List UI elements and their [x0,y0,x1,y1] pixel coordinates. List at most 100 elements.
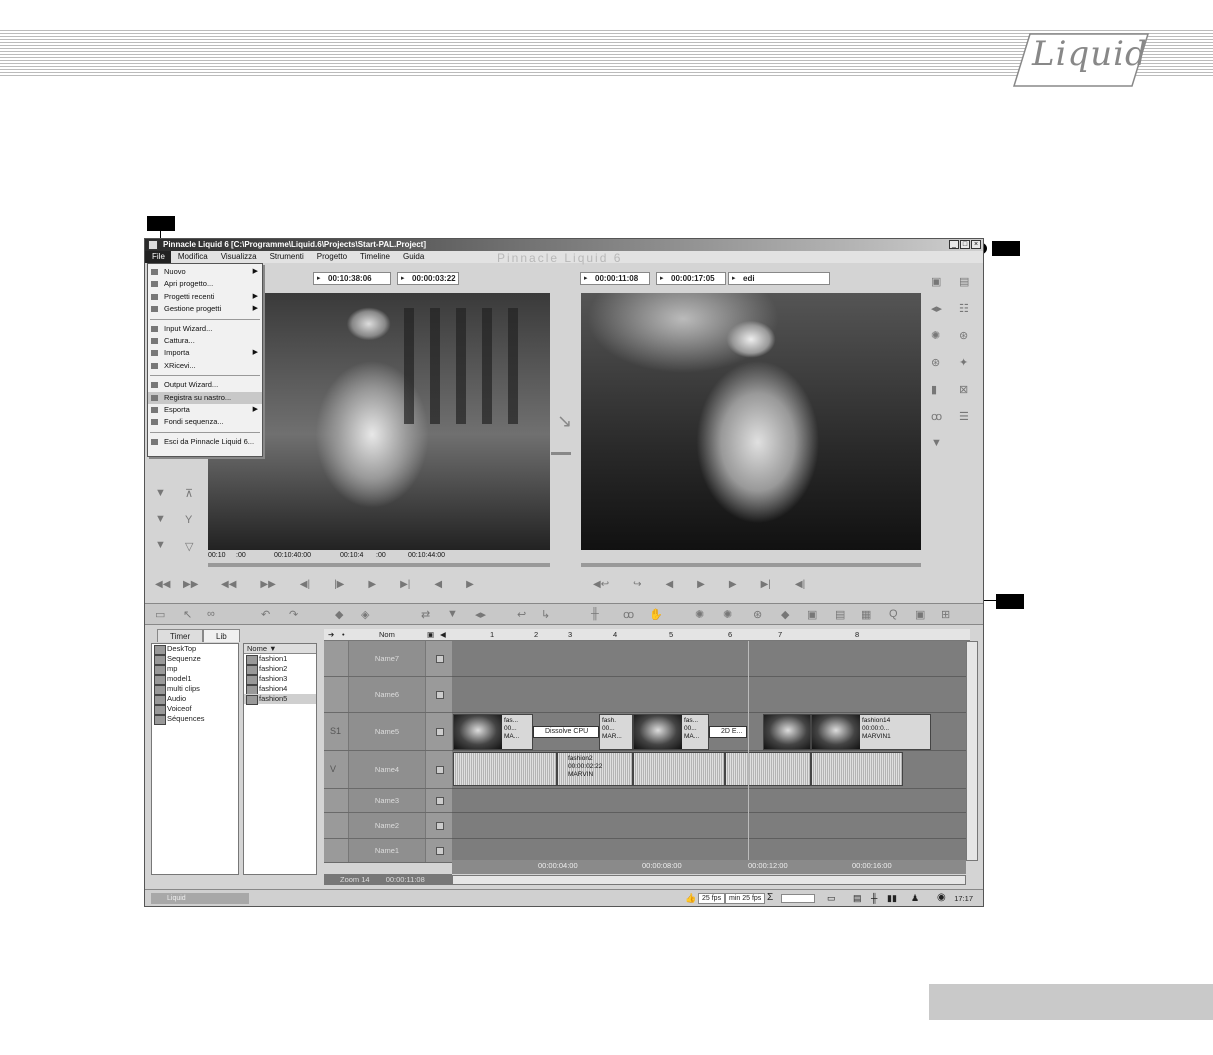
trim-icon[interactable]: ◂▸ [931,302,942,315]
list-item[interactable]: fashion4 [244,684,316,695]
video-clip[interactable]: fash. 00... MAR... [599,714,633,750]
overwrite-tool-icon[interactable]: ↳ [541,608,550,621]
list-item[interactable]: fashion2 [244,664,316,675]
file-menu-item[interactable]: Apri progetto... [148,278,262,290]
transition-2d[interactable]: 2D E... [709,726,747,738]
file-menu-item[interactable]: Fondi sequenza... [148,416,262,428]
eye-icon[interactable]: ◉ [937,892,946,903]
insert-icon[interactable]: ▼ [155,539,166,551]
m-insert-icon[interactable]: ◀↩ [593,579,609,590]
sequence-select[interactable]: edi [728,272,830,285]
loop-icon[interactable]: ꝏ [931,410,942,423]
tab-timer[interactable]: Timer [157,629,204,642]
split-icon[interactable]: ▽ [185,540,193,553]
master-scrub-bar[interactable] [581,563,921,567]
source-rew-icon[interactable]: ◀◀ [155,579,170,590]
source-tc-duration[interactable]: 00:00:03:22 [397,272,459,285]
track-header[interactable]: Name6 [324,677,452,713]
dvd-icon[interactable]: ▣ [807,608,817,621]
q-icon[interactable]: Q [889,608,898,620]
marker-1[interactable]: 1 [490,630,494,639]
tree-item[interactable]: DeskTop [152,644,238,655]
timeline-track[interactable] [452,789,966,813]
menu-guida[interactable]: Guida [396,251,430,263]
video-clip[interactable]: fas... 00... MA... [633,714,709,750]
ripple-icon[interactable]: ⇄ [421,608,430,621]
audio-mixer-icon[interactable]: ╫ [591,608,599,620]
step-back-icon[interactable]: ◀| [300,579,310,590]
dvd-menu-icon[interactable]: ▤ [835,608,845,621]
overwrite-icon[interactable]: ⊼ [185,487,193,500]
file-menu-item[interactable]: Progetti recenti ▶ [148,291,262,303]
tab-lib[interactable]: Lib [203,629,240,642]
track-toggle-icon[interactable] [436,822,444,830]
m-end-icon[interactable]: ▶| [761,579,771,590]
file-menu-item[interactable]: Registra su nastro... [148,391,262,404]
tree-item[interactable]: Séquences [152,714,238,725]
master-tc-duration[interactable]: 00:00:17:05 [656,272,726,285]
track-name[interactable]: Name4 [348,751,426,788]
transition-dissolve[interactable]: Dissolve CPU [533,726,599,738]
list-item[interactable]: fashion5 [244,694,316,705]
source-scrub-bar[interactable] [208,563,550,567]
tree-item[interactable]: multi clips [152,684,238,695]
snap-icon[interactable]: ➔ [328,630,334,639]
folder-icon[interactable]: ▭ [155,608,165,621]
track-toggle-icon[interactable] [436,797,444,805]
redo-icon[interactable]: ↷ [289,608,298,621]
file-menu-item[interactable]: Esporta ▶ [148,404,262,416]
menu-strumenti[interactable]: Strumenti [263,251,310,263]
audio-clip[interactable] [725,752,811,786]
loop-tool-icon[interactable]: ꝏ [623,608,634,621]
mixer-icon[interactable]: ☷ [959,302,969,315]
menu-modifica[interactable]: Modifica [171,251,214,263]
mark-out-icon[interactable]: ▶ [466,579,474,590]
source-ff-icon[interactable]: ▶▶ [183,579,198,590]
timeline-track[interactable] [452,677,966,713]
sum-icon[interactable]: Σ [767,892,773,903]
sum-field[interactable] [781,894,815,903]
tree-item[interactable]: model1 [152,674,238,685]
multicam-icon[interactable]: ▦ [861,608,871,621]
forward-icon[interactable]: ▶▶ [260,579,275,590]
mixer-status-icon[interactable]: ╫ [871,893,877,903]
track-toggle-icon[interactable] [436,766,444,774]
minimize-icon[interactable]: _ [949,240,959,249]
effect-icon[interactable]: ⊛ [753,608,762,621]
video-clip[interactable] [763,714,811,750]
meter-icon[interactable]: ▮▮ [887,893,897,904]
file-menu-item[interactable]: Esci da Pinnacle Liquid 6... [148,436,262,448]
timeline-track[interactable] [452,813,966,839]
track-header[interactable]: Name7 [324,641,452,677]
render-icon[interactable]: ✺ [695,608,704,621]
file-menu-item[interactable]: Input Wizard... [148,323,262,335]
marker-7[interactable]: 7 [778,630,782,639]
tree-item[interactable]: Voiceof [152,704,238,715]
master-tc-in[interactable]: 00:00:11:08 [580,272,650,285]
video-clip[interactable]: fashion14 00:00:0... MARVIN1 [811,714,931,750]
zoom-readout[interactable]: Zoom 14 00:00:11:08 [324,874,452,885]
grid-icon[interactable]: ⊠ [959,383,969,396]
close-icon[interactable]: × [971,240,981,249]
m-mark-icon[interactable]: ◀| [795,579,805,590]
menu-timeline[interactable]: Timeline [353,251,396,263]
fx-icon[interactable]: ✺ [931,329,942,342]
timeline-track[interactable] [452,641,966,677]
marker-2[interactable]: 2 [534,630,538,639]
rewind-icon[interactable]: ◀◀ [221,579,236,590]
file-menu-item[interactable]: Importa ▶ [148,347,262,359]
menu-visualizza[interactable]: Visualizza [214,251,263,263]
capture-icon[interactable]: ▣ [915,608,925,621]
audio-clip[interactable] [453,752,557,786]
link-icon[interactable]: ∞ [207,608,215,620]
master-ruler[interactable] [581,552,921,570]
track-name[interactable]: Name3 [348,789,426,812]
track-toggle-icon[interactable] [436,847,444,855]
track-name[interactable]: Name1 [348,839,426,862]
film-icon[interactable]: ⊛ [931,356,942,369]
track-header[interactable]: V Name4 [324,751,452,789]
track-name[interactable]: Name6 [348,677,426,712]
pointer-icon[interactable]: ↖ [183,608,192,621]
audio-fx-icon[interactable]: ⊛ [959,329,969,342]
extract-icon[interactable]: ▼ [155,513,166,525]
